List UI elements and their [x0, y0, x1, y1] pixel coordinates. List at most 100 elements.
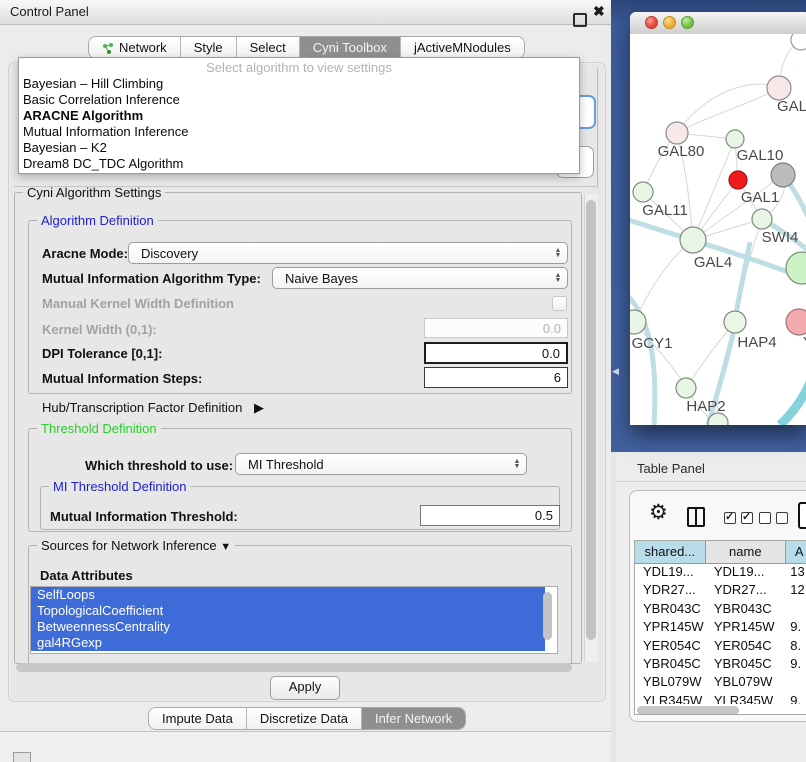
network-node[interactable]: [791, 34, 806, 50]
unchecked-checkbox-icon: [776, 512, 788, 524]
table-horizontal-scrollbar[interactable]: [637, 706, 739, 715]
network-node[interactable]: [786, 252, 806, 284]
column-header[interactable]: A: [786, 541, 806, 563]
node-label: HAP2: [686, 398, 725, 415]
float-panel-icon[interactable]: [573, 13, 587, 27]
table-panel-titlebar: Table Panel: [616, 455, 806, 482]
hub-definition-toggle[interactable]: Hub/Transcription Factor Definition ▶: [42, 400, 264, 416]
attribute-list-item[interactable]: gal4RGexp: [31, 635, 545, 651]
table-row[interactable]: YPR145WYPR145W9.: [635, 618, 806, 636]
minimize-window-icon[interactable]: [663, 16, 676, 29]
divider-collapse-icon[interactable]: ◀: [612, 366, 619, 377]
network-node-hap4[interactable]: [724, 311, 746, 333]
network-canvas[interactable]: GALGAL80GAL10GAL11GAL1SWI4GAL4GCY1HAP4YH…: [630, 34, 806, 425]
chevron-right-icon: ▶: [254, 400, 264, 415]
column-header[interactable]: name: [706, 541, 786, 563]
table-row[interactable]: YLR345WYLR345W9.: [635, 692, 806, 704]
network-node[interactable]: [771, 163, 795, 187]
network-node-gal[interactable]: [767, 76, 791, 100]
kernel-width-input[interactable]: 0.0: [424, 318, 568, 338]
columns-icon[interactable]: [687, 507, 705, 527]
table-cell: 8.: [786, 637, 806, 655]
network-window-titlebar[interactable]: [630, 12, 806, 35]
table-row[interactable]: YER054CYER054C8.: [635, 637, 806, 655]
table-panel-title: Table Panel: [637, 461, 705, 476]
attribute-list-item[interactable]: SelfLoops: [31, 587, 545, 603]
spinner-arrows-icon: ▲▼: [549, 248, 567, 258]
hub-definition-label: Hub/Transcription Factor Definition: [42, 400, 242, 415]
network-node[interactable]: [729, 171, 747, 189]
table-row[interactable]: YDL19...YDL19...13: [635, 563, 806, 581]
table-cell: [786, 600, 806, 618]
tab-style[interactable]: Style: [180, 37, 236, 58]
table-row[interactable]: YBR045CYBR045C9.: [635, 655, 806, 673]
mi-threshold-input[interactable]: 0.5: [420, 505, 560, 526]
tab-network[interactable]: Network: [89, 37, 180, 58]
table-row[interactable]: YDR27...YDR27...12: [635, 581, 806, 599]
attribute-table[interactable]: shared...nameA YDL19...YDL19...13YDR27..…: [634, 540, 806, 715]
deselect-all-columns-icon[interactable]: [759, 512, 788, 524]
data-attributes-list[interactable]: SelfLoopsTopologicalCoefficientBetweenne…: [30, 586, 558, 654]
hidden-groupbox-bottom: [14, 186, 598, 187]
mi-algorithm-type-select[interactable]: Naive Bayes ▲▼: [272, 267, 568, 289]
network-node-gal80[interactable]: [666, 122, 688, 144]
table-cell: YDL19...: [706, 563, 786, 581]
table-row[interactable]: YBR043CYBR043C: [635, 600, 806, 618]
tab-label: Select: [250, 40, 286, 55]
close-panel-icon[interactable]: ✖: [593, 3, 605, 20]
network-node-hap2[interactable]: [676, 378, 696, 398]
collapsed-panel-icon[interactable]: [13, 752, 31, 762]
algorithm-option[interactable]: ARACNE Algorithm: [19, 108, 579, 124]
table-cell: YLR345W: [706, 692, 786, 704]
dpi-tolerance-input[interactable]: 0.0: [424, 342, 568, 364]
settings-vertical-scrollbar-thumb[interactable]: [586, 200, 596, 640]
tab-label: Cyni Toolbox: [313, 40, 387, 55]
app-root: Control Panel ✖ NetworkStyleSelectCyni T…: [0, 0, 806, 762]
table-cell: 9.: [786, 692, 806, 704]
algorithm-option[interactable]: Dream8 DC_TDC Algorithm: [19, 156, 579, 172]
tab-impute-data[interactable]: Impute Data: [149, 708, 246, 729]
close-window-icon[interactable]: [645, 16, 658, 29]
manual-kernel-width-label: Manual Kernel Width Definition: [42, 296, 234, 311]
attribute-list-item[interactable]: TopologicalCoefficient: [31, 603, 545, 619]
tab-jactivemnodules[interactable]: jActiveMNodules: [400, 37, 524, 58]
table-row[interactable]: YBL079WYBL079W: [635, 673, 806, 691]
tab-select[interactable]: Select: [236, 37, 299, 58]
network-node-gal1[interactable]: [752, 209, 772, 229]
export-table-icon[interactable]: [798, 502, 806, 529]
table-cell: YDR27...: [706, 581, 786, 599]
tab-label: Style: [194, 40, 223, 55]
which-threshold-select[interactable]: MI Threshold ▲▼: [235, 453, 527, 475]
tab-infer-network[interactable]: Infer Network: [361, 708, 465, 729]
network-graph: GALGAL80GAL10GAL11GAL1SWI4GAL4GCY1HAP4YH…: [630, 34, 806, 425]
network-node-gal4[interactable]: [680, 227, 706, 253]
settings-horizontal-scrollbar-thumb[interactable]: [16, 663, 572, 672]
table-cell: 9.: [786, 618, 806, 636]
algorithm-option[interactable]: Mutual Information Inference: [19, 124, 579, 140]
apply-button[interactable]: Apply: [270, 676, 340, 700]
manual-kernel-width-checkbox[interactable]: [552, 296, 567, 311]
kernel-width-label: Kernel Width (0,1):: [42, 322, 157, 337]
mi-steps-input[interactable]: 6: [424, 367, 568, 388]
column-header[interactable]: shared...: [635, 541, 706, 563]
table-cell: YBR045C: [635, 655, 706, 673]
select-all-columns-icon[interactable]: [724, 512, 753, 524]
aracne-mode-label: Aracne Mode:: [42, 246, 128, 261]
mi-algorithm-type-value: Naive Bayes: [273, 271, 549, 286]
network-node-gal10[interactable]: [726, 130, 744, 148]
zoom-window-icon[interactable]: [681, 16, 694, 29]
tab-cyni-toolbox[interactable]: Cyni Toolbox: [299, 37, 400, 58]
algorithm-option[interactable]: Bayesian – K2: [19, 140, 579, 156]
tab-discretize-data[interactable]: Discretize Data: [246, 708, 361, 729]
attribute-list-item[interactable]: BetweennessCentrality: [31, 619, 545, 635]
gear-icon[interactable]: ⚙: [649, 503, 668, 523]
network-view-window[interactable]: GALGAL80GAL10GAL11GAL1SWI4GAL4GCY1HAP4YH…: [630, 12, 806, 425]
network-node-y[interactable]: [786, 309, 806, 335]
attributes-list-scrollbar[interactable]: [543, 592, 552, 640]
algorithm-option[interactable]: Bayesian – Hill Climbing: [19, 76, 579, 92]
network-node-gal11[interactable]: [633, 182, 653, 202]
network-node-gcy1[interactable]: [630, 310, 646, 334]
algorithm-option[interactable]: Basic Correlation Inference: [19, 92, 579, 108]
aracne-mode-select[interactable]: Discovery ▲▼: [128, 242, 568, 264]
sources-legend[interactable]: Sources for Network Inference ▼: [37, 538, 235, 555]
